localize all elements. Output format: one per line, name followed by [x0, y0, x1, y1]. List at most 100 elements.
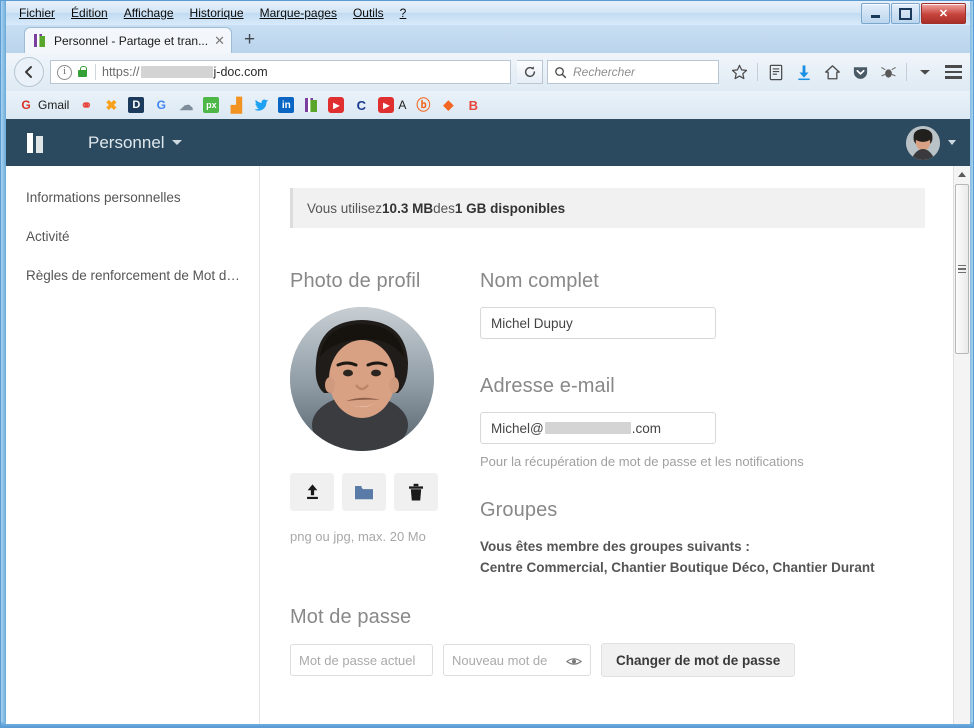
email-value-prefix: Michel@	[491, 420, 544, 436]
page-scrollbar[interactable]	[953, 166, 970, 724]
toolbar-separator-2	[906, 63, 907, 81]
pocket-icon[interactable]	[850, 62, 870, 82]
user-menu[interactable]	[906, 125, 956, 160]
joomla-icon[interactable]: ✖	[103, 97, 119, 113]
info-icon[interactable]: i	[57, 64, 72, 80]
new-password-input[interactable]: Nouveau mot de	[443, 644, 591, 676]
url-text: https:// j-doc.com	[102, 65, 268, 79]
menu-edition[interactable]: Édition	[64, 3, 115, 23]
change-password-label: Changer de mot de passe	[616, 652, 781, 668]
menu-edition-label: Édition	[71, 6, 108, 20]
back-button[interactable]	[14, 57, 44, 87]
analytics-icon[interactable]: ▟	[228, 97, 244, 113]
current-password-input[interactable]: Mot de passe actuel	[290, 644, 433, 676]
tab-personnel[interactable]: Personnel - Partage et tran... ✕	[24, 27, 232, 53]
eye-icon[interactable]	[565, 655, 583, 666]
chevron-down-icon	[171, 140, 182, 145]
sidebar-item-activite[interactable]: Activité	[6, 217, 259, 256]
change-password-button[interactable]: Changer de mot de passe	[601, 643, 796, 677]
navigation-toolbar: i https:// j-doc.com Rechercher	[6, 53, 970, 91]
menu-marque-pages[interactable]: Marque-pages	[253, 3, 344, 23]
menu-icon[interactable]	[945, 65, 962, 79]
upload-photo-button[interactable]	[290, 473, 334, 511]
url-separator	[95, 64, 96, 80]
delete-photo-button[interactable]	[394, 473, 438, 511]
minimize-button[interactable]	[861, 3, 890, 24]
bookmark-gmail[interactable]: G Gmail	[18, 97, 69, 113]
toolbar-separator	[757, 63, 758, 81]
page-viewport: Personnel Informations personnelles Acti…	[6, 119, 970, 724]
quota-total: 1 GB disponibles	[454, 200, 566, 216]
email-redaction	[544, 422, 631, 434]
menu-marque-pages-label: Marque-pages	[259, 6, 337, 20]
search-placeholder: Rechercher	[573, 65, 636, 79]
chevron-down-icon	[948, 140, 956, 145]
download-icon[interactable]	[794, 62, 814, 82]
app-title: Personnel	[88, 132, 165, 152]
menu-bar: Fichier Édition Affichage Historique Mar…	[6, 3, 413, 23]
choose-folder-button[interactable]	[342, 473, 386, 511]
youtube-a-icon: ▶	[378, 97, 395, 113]
app-logo-icon[interactable]	[24, 130, 50, 156]
orange-arrow-icon[interactable]: ◆	[440, 97, 456, 113]
groups-section-title: Groupes	[480, 499, 558, 521]
scrollbar-thumb[interactable]	[955, 184, 969, 354]
menu-aide-label: ?	[399, 6, 407, 20]
google-icon[interactable]: G	[153, 97, 169, 113]
menu-fichier[interactable]: Fichier	[12, 3, 62, 23]
url-bar[interactable]: i https:// j-doc.com	[50, 60, 511, 84]
sidebar-item-regles-mot-de-passe[interactable]: Règles de renforcement de Mot de ...	[6, 256, 259, 295]
sidebar-item-informations-personnelles[interactable]: Informations personnelles	[6, 178, 259, 217]
linkedin-icon[interactable]: in	[278, 97, 295, 113]
url-redaction	[140, 66, 213, 78]
fullname-input[interactable]: Michel Dupuy	[480, 307, 716, 339]
app-header: Personnel	[6, 119, 970, 166]
dashboard-icon[interactable]: D	[128, 97, 145, 113]
orange-b-icon[interactable]: ⓑ	[415, 97, 431, 113]
maximize-button[interactable]	[891, 3, 920, 24]
menu-affichage[interactable]: Affichage	[117, 3, 181, 23]
profile-columns: Photo de profil png ou jpg, max. 20 Mo N…	[290, 270, 970, 578]
quota-prefix: Vous utilisez	[307, 200, 383, 216]
fullname-value: Michel Dupuy	[491, 315, 573, 331]
extension-icon[interactable]	[878, 62, 898, 82]
email-value-suffix: .com	[631, 420, 661, 436]
chevron-down-icon[interactable]	[915, 62, 935, 82]
youtube-icon[interactable]: ▶	[328, 97, 345, 113]
twitter-icon[interactable]	[253, 97, 269, 113]
menu-aide[interactable]: ?	[393, 3, 414, 23]
menu-historique[interactable]: Historique	[183, 3, 251, 23]
bookmark-youtube-a[interactable]: ▶ A	[378, 97, 406, 113]
menu-outils-label: Outils	[352, 6, 384, 20]
bookmark-youtube-a-label: A	[398, 98, 407, 112]
tab-strip: Personnel - Partage et tran... ✕ +	[6, 25, 970, 53]
email-section-title: Adresse e-mail	[480, 375, 615, 397]
tab-title: Personnel - Partage et tran...	[54, 33, 209, 48]
circle-c-icon[interactable]: C	[353, 97, 369, 113]
app-title-menu[interactable]: Personnel	[88, 133, 182, 153]
star-icon[interactable]	[729, 62, 749, 82]
url-domain: j-doc.com	[213, 65, 268, 79]
b-badge-icon[interactable]: B	[465, 97, 481, 113]
arrow-up-icon	[958, 172, 966, 177]
new-tab-button[interactable]: +	[244, 30, 255, 50]
photo-actions	[290, 473, 480, 511]
maximize-icon	[899, 7, 912, 20]
close-button[interactable]: ✕	[921, 3, 966, 24]
close-icon: ✕	[938, 8, 949, 20]
scroll-up-button[interactable]	[954, 166, 970, 183]
email-input[interactable]: Michel@ .com	[480, 412, 716, 444]
menu-outils[interactable]: Outils	[346, 3, 391, 23]
link-icon[interactable]: ⚭	[78, 97, 94, 113]
fullname-section-title: Nom complet	[480, 270, 599, 292]
tab-close-icon[interactable]: ✕	[214, 34, 225, 47]
library-icon[interactable]	[766, 62, 786, 82]
profile-photo[interactable]	[290, 307, 434, 451]
search-input[interactable]: Rechercher	[547, 60, 719, 84]
avatar[interactable]	[906, 125, 940, 160]
px-icon[interactable]: px	[203, 97, 220, 113]
app-bookmark-icon[interactable]	[303, 97, 319, 113]
home-icon[interactable]	[822, 62, 842, 82]
reload-button[interactable]	[517, 60, 543, 84]
cloud-icon[interactable]: ☁	[178, 97, 194, 113]
